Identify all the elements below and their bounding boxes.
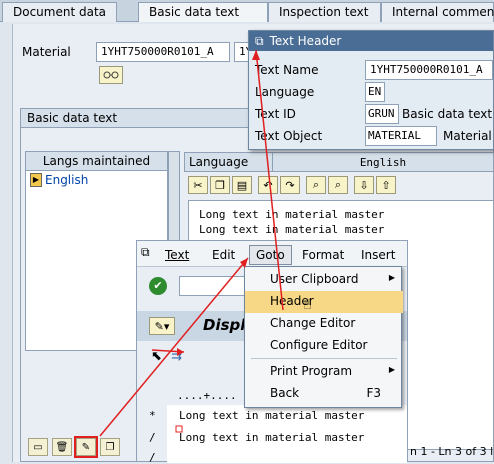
text-object-field[interactable]: MATERIAL bbox=[365, 126, 437, 146]
material-field[interactable]: 1YHT750000R0101_A bbox=[96, 42, 230, 62]
language-col-label: Language bbox=[185, 153, 273, 171]
tab-internal-comment[interactable]: Internal comment bbox=[381, 2, 494, 22]
menu-item-shortcut: F3 bbox=[366, 386, 381, 400]
bottom-toolbar: ▭ 🗑 ✎ ❐ bbox=[28, 436, 120, 458]
glasses-icon bbox=[103, 71, 119, 79]
window-icon: ⧉ bbox=[255, 33, 264, 48]
menu-item-change-editor[interactable]: Change Editor bbox=[245, 313, 403, 335]
language-label: Language bbox=[255, 85, 315, 99]
menu-item-label: Configure Editor bbox=[270, 338, 368, 352]
text-object-label: Text Object bbox=[255, 129, 323, 143]
menu-edit[interactable]: Edit bbox=[212, 248, 235, 262]
tab-inspection-text[interactable]: Inspection text bbox=[268, 2, 381, 22]
text-name-field[interactable]: 1YHT750000R0101_A bbox=[365, 60, 493, 80]
glasses-icon-button[interactable] bbox=[99, 66, 123, 84]
text-header-title: Text Header bbox=[269, 34, 342, 48]
structure-icon[interactable]: ⇉ bbox=[171, 349, 182, 364]
menu-format[interactable]: Format bbox=[302, 248, 344, 262]
download-icon[interactable]: ⇩ bbox=[354, 176, 374, 194]
line-marker-3: / bbox=[149, 451, 156, 464]
undo-icon[interactable]: ↶ bbox=[258, 176, 278, 194]
menu-item-label: Change Editor bbox=[270, 316, 356, 330]
row-selector-icon: ▶ bbox=[30, 173, 42, 187]
submenu-arrow-icon: ▶ bbox=[388, 273, 395, 282]
menu-item-label: Print Program bbox=[270, 364, 353, 378]
text-id-description: Basic data text bbox=[402, 107, 493, 121]
status-text: n 1 - Ln 3 of 3 li bbox=[410, 445, 494, 458]
lang-row-english[interactable]: ▶ English bbox=[26, 171, 167, 189]
menu-text[interactable]: Text bbox=[165, 248, 189, 262]
tab-document-data[interactable]: Document data bbox=[2, 2, 118, 22]
langs-header: Langs maintained bbox=[26, 152, 167, 171]
tab-basic-data-text[interactable]: Basic data text bbox=[138, 2, 268, 22]
language-header: Language English bbox=[184, 152, 494, 172]
find-next-icon[interactable]: ⌕ bbox=[328, 176, 348, 194]
lang-item-label: English bbox=[45, 173, 89, 187]
upload-icon[interactable]: ⇧ bbox=[376, 176, 396, 194]
editor-title: Displ bbox=[203, 316, 246, 334]
editor-line-1: Long text in material master bbox=[179, 409, 365, 422]
copy-icon[interactable]: ❐ bbox=[210, 176, 230, 194]
language-field[interactable]: EN bbox=[365, 82, 385, 102]
tab-bar: Document data Basic data text Inspection… bbox=[0, 0, 494, 22]
text-name-label: Text Name bbox=[255, 63, 319, 77]
window-menu-icon[interactable]: ⧉ bbox=[141, 245, 150, 260]
editor-toolbar: ✂ ❐ ▤ ↶ ↷ ⌕ ⌕ ⇩ ⇧ bbox=[188, 176, 396, 194]
hand-cursor-icon: ☝ bbox=[303, 297, 312, 313]
find-icon[interactable]: ⌕ bbox=[306, 176, 326, 194]
delete-icon[interactable]: 🗑 bbox=[52, 438, 72, 456]
display-change-icon[interactable]: ✎▾ bbox=[149, 317, 175, 335]
editor-line-2: Long text in material master bbox=[179, 431, 365, 444]
checkmark-icon[interactable]: ✔ bbox=[149, 277, 167, 295]
text-header-titlebar[interactable]: ⧉ Text Header bbox=[249, 31, 493, 51]
line-marker-2: / bbox=[149, 431, 156, 444]
goto-dropdown: User Clipboard ▶ Header ☝ Change Editor … bbox=[244, 266, 403, 408]
select-pointer-icon[interactable]: ⬉ bbox=[151, 349, 162, 364]
cut-icon[interactable]: ✂ bbox=[188, 176, 208, 194]
edit-text-icon[interactable]: ✎ bbox=[74, 436, 98, 458]
text-header-dialog: ⧉ Text Header Text Name 1YHT750000R0101_… bbox=[248, 30, 494, 150]
text-line-1: Long text in material master bbox=[199, 208, 385, 221]
menu-item-user-clipboard[interactable]: User Clipboard ▶ bbox=[245, 269, 403, 291]
language-col-value: English bbox=[359, 156, 407, 169]
command-field[interactable] bbox=[179, 276, 249, 296]
menu-item-back[interactable]: Back F3 bbox=[245, 383, 403, 405]
new-document-icon[interactable]: ▭ bbox=[28, 438, 48, 456]
submenu-arrow-icon: ▶ bbox=[388, 365, 395, 374]
editor-ruler: ....+.... bbox=[177, 389, 237, 402]
text-id-field[interactable]: GRUN bbox=[365, 104, 399, 124]
text-line-2: Long text in material master bbox=[199, 223, 385, 236]
redo-icon[interactable]: ↷ bbox=[280, 176, 300, 194]
menu-item-print-program[interactable]: Print Program ▶ bbox=[245, 361, 403, 383]
menu-item-label: User Clipboard bbox=[270, 272, 359, 286]
menu-insert[interactable]: Insert bbox=[361, 248, 395, 262]
paste-icon[interactable]: ▤ bbox=[232, 176, 252, 194]
menu-goto[interactable]: Goto bbox=[249, 245, 292, 265]
line-marker-1: * bbox=[149, 409, 156, 422]
menu-item-label: Back bbox=[270, 386, 300, 400]
text-id-label: Text ID bbox=[255, 107, 296, 121]
copy-text-icon[interactable]: ❐ bbox=[100, 438, 120, 456]
menu-bar: ⧉ Text Edit Goto Format Insert bbox=[137, 241, 407, 267]
menu-item-header[interactable]: Header ☝ bbox=[245, 291, 403, 313]
menu-item-configure-editor[interactable]: Configure Editor bbox=[245, 335, 403, 357]
menu-divider bbox=[251, 358, 397, 359]
material-label: Material bbox=[22, 45, 71, 59]
text-object-description: Material te bbox=[443, 129, 494, 143]
